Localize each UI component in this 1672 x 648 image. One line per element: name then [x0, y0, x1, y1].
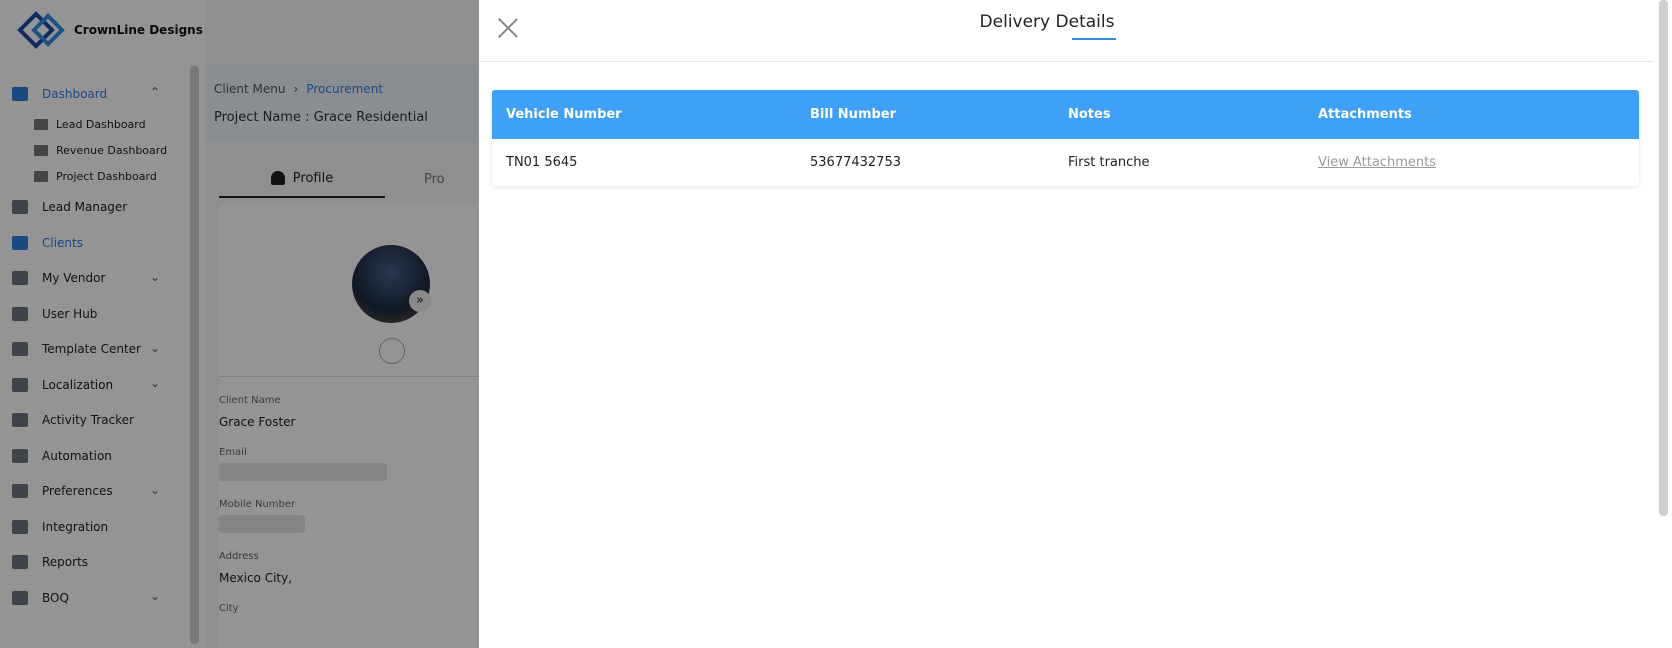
modal-backdrop[interactable] — [0, 0, 479, 648]
table-row: TN01 5645 53677432753 First tranche View… — [492, 139, 1639, 186]
column-header-notes: Notes — [1068, 107, 1111, 122]
drawer-title: Delivery Details — [979, 12, 1115, 32]
bill-number-cell: 53677432753 — [810, 155, 901, 170]
column-header-vehicle-number: Vehicle Number — [506, 107, 622, 122]
vehicle-number-cell: TN01 5645 — [506, 155, 578, 170]
title-underline — [1072, 38, 1116, 40]
drawer-header: Delivery Details — [479, 0, 1654, 62]
delivery-details-drawer: Delivery Details Vehicle Number Bill Num… — [479, 0, 1672, 648]
column-header-attachments: Attachments — [1318, 107, 1412, 122]
view-attachments-link[interactable]: View Attachments — [1318, 139, 1436, 186]
drawer-scrollbar[interactable] — [1659, 0, 1668, 516]
column-header-bill-number: Bill Number — [810, 107, 897, 122]
delivery-table: Vehicle Number Bill Number Notes Attachm… — [492, 90, 1639, 186]
table-header: Vehicle Number Bill Number Notes Attachm… — [492, 90, 1639, 139]
notes-cell: First tranche — [1068, 155, 1150, 170]
